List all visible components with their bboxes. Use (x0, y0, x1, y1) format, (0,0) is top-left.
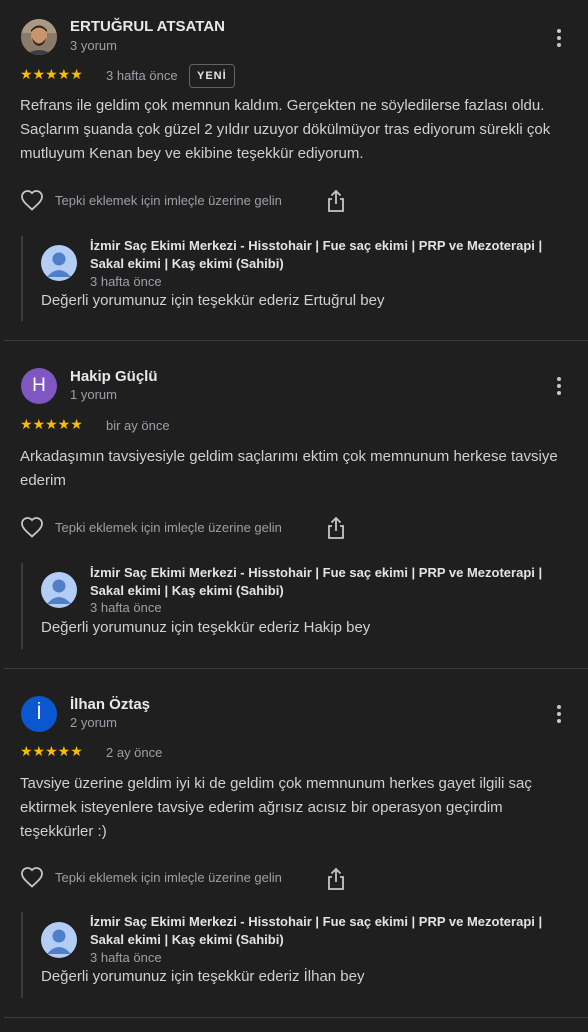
owner-response-date: 3 hafta önce (90, 950, 162, 965)
owner-name[interactable]: İzmir Saç Ekimi Merkezi - Hisstohair | F… (90, 564, 578, 600)
reviewer-avatar[interactable]: İ (21, 696, 57, 732)
owner-response: İzmir Saç Ekimi Merkezi - Hisstohair | F… (21, 563, 588, 649)
avatar-initial: İ (36, 703, 42, 724)
reviewer-name[interactable]: Hakip Güçlü (70, 368, 158, 385)
reaction-row: Tepki eklemek için imleçle üzerine gelin (20, 866, 282, 890)
owner-response-date: 3 hafta önce (90, 600, 162, 615)
owner-name[interactable]: İzmir Saç Ekimi Merkezi - Hisstohair | F… (90, 913, 578, 949)
reviewer-review-count: 1 yorum (70, 387, 117, 402)
owner-response-text: Değerli yorumunuz için teşekkür ederiz E… (41, 292, 385, 309)
owner-response-text: Değerli yorumunuz için teşekkür ederiz H… (41, 619, 371, 636)
reviewer-review-count: 3 yorum (70, 38, 117, 53)
review-date: 2 ay önce (106, 745, 163, 760)
person-icon (47, 929, 71, 954)
more-options-icon[interactable] (549, 374, 569, 398)
star-rating: ★★★★★ (20, 66, 83, 82)
star-rating: ★★★★★ (20, 416, 83, 432)
share-icon[interactable] (325, 189, 347, 213)
heart-icon[interactable] (20, 516, 44, 540)
share-icon[interactable] (325, 516, 347, 540)
person-icon (47, 579, 71, 604)
reviewer-name[interactable]: ERTUĞRUL ATSATAN (70, 18, 225, 35)
reaction-row: Tepki eklemek için imleçle üzerine gelin (20, 189, 282, 213)
heart-icon[interactable] (20, 866, 44, 890)
owner-response: İzmir Saç Ekimi Merkezi - Hisstohair | F… (21, 912, 588, 998)
owner-avatar[interactable] (41, 572, 77, 608)
review-card: İ İlhan Öztaş 2 yorum ★★★★★ 2 ay önce Ta… (0, 669, 588, 1018)
reviewer-photo (21, 19, 57, 55)
reaction-hint: Tepki eklemek için imleçle üzerine gelin (55, 870, 282, 885)
review-text: Tavsiye üzerine geldim iyi ki de geldim … (20, 775, 532, 840)
reviewer-name[interactable]: İlhan Öztaş (70, 696, 150, 713)
reviewer-review-count: 2 yorum (70, 715, 117, 730)
owner-avatar[interactable] (41, 245, 77, 281)
reaction-row: Tepki eklemek için imleçle üzerine gelin (20, 516, 282, 540)
reviewer-avatar[interactable] (21, 19, 57, 55)
review-text: Refrans ile geldim çok memnun kaldım. Ge… (20, 97, 551, 162)
share-icon[interactable] (325, 867, 347, 891)
owner-response-text: Değerli yorumunuz için teşekkür ederiz İ… (41, 968, 365, 985)
review-divider (4, 1017, 588, 1018)
review-date: 3 hafta önce (106, 68, 178, 83)
owner-avatar[interactable] (41, 922, 77, 958)
heart-icon[interactable] (20, 189, 44, 213)
avatar-initial: H (32, 375, 46, 396)
reaction-hint: Tepki eklemek için imleçle üzerine gelin (55, 520, 282, 535)
owner-response: İzmir Saç Ekimi Merkezi - Hisstohair | F… (21, 236, 588, 321)
review-date: bir ay önce (106, 418, 170, 433)
review-card: H Hakip Güçlü 1 yorum ★★★★★ bir ay önce … (0, 341, 588, 668)
star-rating: ★★★★★ (20, 743, 83, 759)
owner-name[interactable]: İzmir Saç Ekimi Merkezi - Hisstohair | F… (90, 237, 578, 273)
person-icon (47, 252, 71, 277)
more-options-icon[interactable] (549, 26, 569, 50)
new-badge: YENİ (189, 64, 235, 88)
owner-response-date: 3 hafta önce (90, 274, 162, 289)
more-options-icon[interactable] (549, 702, 569, 726)
reviewer-avatar[interactable]: H (21, 368, 57, 404)
review-text: Arkadaşımın tavsiyesiyle geldim saçlarım… (20, 448, 558, 489)
review-card: ERTUĞRUL ATSATAN 3 yorum ★★★★★ 3 hafta ö… (0, 0, 588, 340)
reaction-hint: Tepki eklemek için imleçle üzerine gelin (55, 193, 282, 208)
